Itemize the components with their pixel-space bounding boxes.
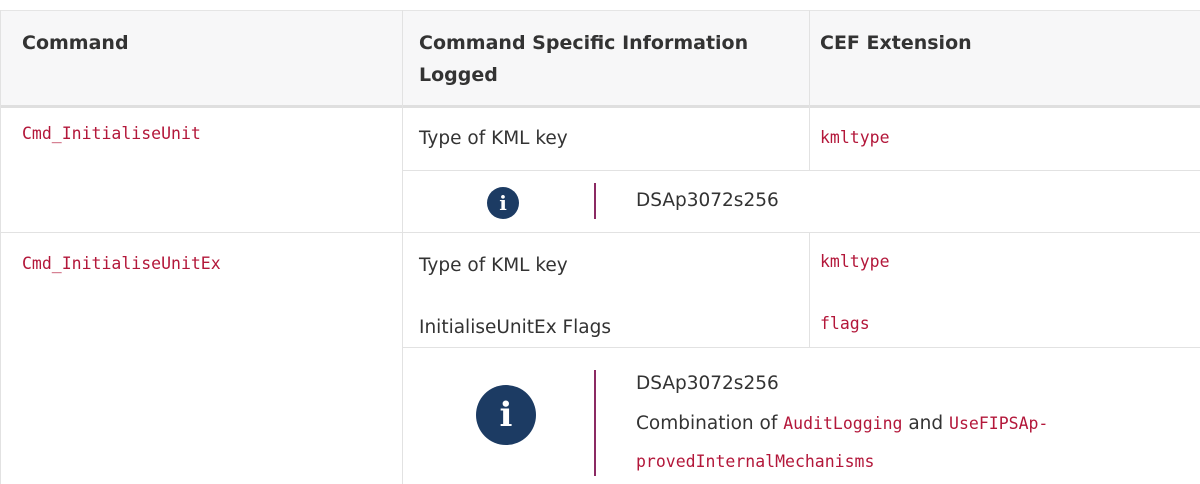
row2-note-line1: DSAp3072s256 <box>636 373 779 394</box>
code-auditlogging: AuditLogging <box>783 414 903 433</box>
column-divider-1 <box>402 10 403 484</box>
header-command-info-line2: Logged <box>419 64 498 86</box>
info-icon: i <box>487 187 519 219</box>
row1-note-top-border <box>402 170 1200 171</box>
row2-note-prefix: Combination of <box>636 413 784 434</box>
column-divider-2-row1 <box>809 108 810 170</box>
header-cef-extension: CEF Extension <box>820 32 972 54</box>
row2-note-and: and <box>902 413 950 434</box>
command-cmd-initialiseunit: Cmd_InitialiseUnit <box>22 124 201 143</box>
table-header: Command Command Specific Information Log… <box>0 10 1200 108</box>
row2-extension-flags: flags <box>820 314 870 333</box>
row2-info-kml-key: Type of KML key <box>419 255 568 276</box>
command-cmd-initialiseunitex: Cmd_InitialiseUnitEx <box>22 254 221 273</box>
header-command-info-line1: Command Specific Information <box>419 32 749 54</box>
row2-info-flags: InitialiseUnitEx Flags <box>419 317 612 338</box>
row1-note-text: DSAp3072s256 <box>636 190 779 211</box>
header-command-info: Command Specific Information Logged <box>419 11 809 106</box>
info-icon: i <box>476 385 536 445</box>
table-left-border <box>0 10 1 484</box>
row2-note-line2: Combination of AuditLogging and UseFIPSA… <box>636 413 1048 434</box>
cef-extension-table: Command Command Specific Information Log… <box>0 0 1200 484</box>
column-divider-2-header <box>809 10 810 108</box>
code-usefipsapproved-part1: UseFIPSAp- <box>949 414 1049 433</box>
row2-note-top-border <box>402 347 1200 348</box>
column-divider-2-row2 <box>809 232 810 347</box>
row2-extension-kmltype: kmltype <box>820 252 890 271</box>
row1-info-kml-key: Type of KML key <box>419 128 568 149</box>
note-divider <box>594 183 596 219</box>
row-separator <box>0 232 1200 233</box>
header-command: Command <box>22 32 129 54</box>
row1-extension-kmltype: kmltype <box>820 128 890 147</box>
note-divider <box>594 370 596 476</box>
code-usefipsapproved-part2: provedInternalMechanisms <box>636 452 875 471</box>
